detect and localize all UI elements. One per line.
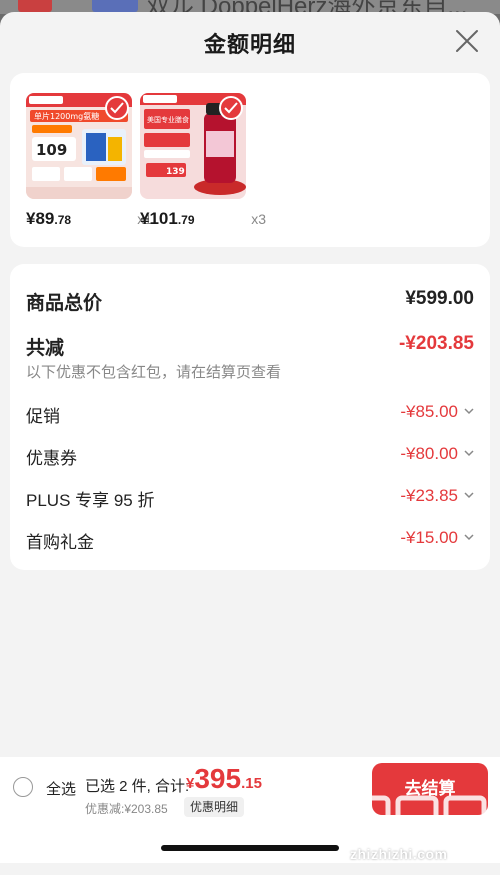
discount-item-value: -¥15.00 [400, 528, 458, 547]
thumb-text: 美国专业膳食 [147, 115, 189, 124]
chevron-down-icon [464, 534, 474, 541]
thumb-text: 单片1200mg氨糖 [34, 111, 99, 121]
sheet-header: 金额明细 [0, 12, 500, 72]
discount-item-label: PLUS 专享 95 折 [26, 491, 155, 510]
discount-item-value: -¥85.00 [400, 402, 458, 421]
discount-item-label: 促销 [26, 407, 60, 426]
goods-total-value: ¥599.00 [405, 288, 474, 309]
selected-count-text: 已选 2 件, 合计: [85, 778, 190, 795]
home-indicator [161, 845, 339, 851]
product-item[interactable]: 美国专业膳食 139 ¥101.79 x3 [140, 93, 266, 228]
discount-note: 以下优惠不包含红包，请在结算页查看 [26, 364, 282, 381]
total-amount: ¥395.15 [186, 763, 262, 794]
product-thumbnail: 单片1200mg氨糖 109 [26, 93, 132, 199]
watermark-text: zhizhizhi.com [350, 846, 448, 862]
select-all-label[interactable]: 全选 [46, 778, 76, 799]
product-price: ¥89.78 [26, 209, 72, 228]
thumb-price: 139 [166, 167, 185, 177]
amount-detail-sheet: 金额明细 单片1200mg氨糖 109 ¥89.78 x1 美国专业膳食 139… [0, 12, 500, 875]
discount-item-label: 首购礼金 [26, 533, 94, 552]
selected-check-icon [105, 96, 129, 120]
thumb-price: 109 [36, 141, 67, 159]
chevron-down-icon [464, 408, 474, 415]
product-list-card: 单片1200mg氨糖 109 ¥89.78 x1 美国专业膳食 139 ¥101… [10, 73, 490, 247]
product-thumbnail: 美国专业膳食 139 [140, 93, 246, 199]
goods-total-label: 商品总价 [26, 293, 103, 314]
background-tag [92, 0, 138, 12]
product-price: ¥101.79 [140, 209, 195, 228]
product-item[interactable]: 单片1200mg氨糖 109 ¥89.78 x1 [26, 93, 152, 228]
sheet-title: 金额明细 [203, 32, 296, 57]
chevron-down-icon [464, 450, 474, 457]
chevron-down-icon [464, 492, 474, 499]
product-quantity: x3 [251, 211, 266, 227]
selected-check-icon [219, 96, 243, 120]
saved-amount-text: 优惠减:¥203.85 [85, 802, 168, 816]
discount-detail-button[interactable]: 优惠明细 [184, 797, 245, 817]
select-all-radio[interactable] [13, 777, 33, 797]
price-summary-card: 商品总价 ¥599.00 共减 -¥203.85 以下优惠不包含红包，请在结算页… [10, 264, 490, 570]
discount-item-value: -¥23.85 [400, 486, 458, 505]
discount-item-value: -¥80.00 [400, 444, 458, 463]
total-discount-label: 共减 [26, 338, 65, 359]
total-discount-value: -¥203.85 [398, 333, 474, 354]
close-icon[interactable] [454, 28, 480, 54]
background-tag [18, 0, 52, 12]
discount-item-label: 优惠券 [26, 449, 77, 468]
